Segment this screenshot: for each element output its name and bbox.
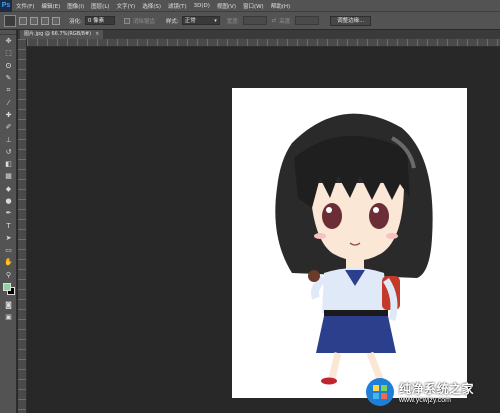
menu-file[interactable]: 文件(F) <box>13 2 37 10</box>
refine-edge-button[interactable]: 调整边缘... <box>330 15 372 26</box>
close-icon[interactable]: × <box>95 30 99 39</box>
tool-list: ✥ ⬚ ʘ ✎ ⌗ ⁄ ✚ ✐ ⊥ ↺ ◧ ▦ ◆ ● ✒ T ➤ ▭ ✋ ⚲ <box>0 35 16 281</box>
blur-icon[interactable]: ◆ <box>0 183 17 195</box>
quick-mask-icon[interactable]: ◙ <box>0 299 17 311</box>
feather-label: 羽化: <box>69 18 82 25</box>
clone-stamp-icon[interactable]: ⊥ <box>0 133 17 145</box>
menu-filter[interactable]: 滤镜(T) <box>165 2 190 10</box>
gradient-icon[interactable]: ▦ <box>0 170 17 182</box>
windows-logo-icon <box>366 378 394 406</box>
menu-bar: Ps 文件(F) 编辑(E) 图像(I) 图层(L) 文字(Y) 选择(S) 滤… <box>0 0 500 12</box>
canvas-area[interactable] <box>27 47 500 413</box>
photoshop-logo: Ps <box>0 0 12 12</box>
type-icon[interactable]: T <box>0 219 17 231</box>
tool-preset-picker[interactable] <box>4 14 16 27</box>
screen-mode-icon[interactable]: ▣ <box>0 311 17 323</box>
menu-type[interactable]: 文字(Y) <box>114 2 139 10</box>
healing-brush-icon[interactable]: ✚ <box>0 109 17 121</box>
antialias-label: 消除锯齿 <box>132 18 155 25</box>
document-tab[interactable]: 图片.jpg @ 66.7%(RGB/8#) × <box>20 30 104 39</box>
options-bar: 羽化: 0 像素 消除锯齿 样式: 正常 宽度: ⇄ 高度: 调整边缘... <box>0 12 500 30</box>
history-brush-icon[interactable]: ↺ <box>0 146 17 158</box>
menu-image[interactable]: 图像(I) <box>64 2 87 10</box>
menu-view[interactable]: 视图(V) <box>214 2 239 10</box>
new-selection-button[interactable] <box>19 16 27 25</box>
document-tab-title: 图片.jpg @ 66.7%(RGB/8#) <box>24 31 92 37</box>
menu-layer[interactable]: 图层(L) <box>88 2 112 10</box>
foreground-color-swatch[interactable] <box>3 282 11 291</box>
document-tab-strip: 图片.jpg @ 66.7%(RGB/8#) × <box>18 30 500 39</box>
eraser-icon[interactable]: ◧ <box>0 158 17 170</box>
width-label: 宽度: <box>226 18 240 25</box>
height-input[interactable] <box>295 16 320 25</box>
move-tool-icon[interactable]: ✥ <box>0 35 17 47</box>
color-swatches <box>0 281 17 299</box>
menu-3d[interactable]: 3D(D) <box>191 3 213 9</box>
quick-select-icon[interactable]: ✎ <box>0 72 17 84</box>
brush-icon[interactable]: ✐ <box>0 121 17 133</box>
dodge-icon[interactable]: ● <box>0 195 17 207</box>
rectangle-shape-icon[interactable]: ▭ <box>0 244 17 256</box>
watermark-title: 纯净系统之家 <box>399 382 475 396</box>
style-label: 样式: <box>165 18 179 25</box>
watermark-text: 纯净系统之家 www.ycwjzy.com <box>399 380 474 404</box>
add-selection-button[interactable] <box>30 16 38 25</box>
antialias-checkbox[interactable] <box>123 17 130 24</box>
vertical-ruler[interactable] <box>18 39 27 413</box>
rect-marquee-icon[interactable]: ⬚ <box>0 47 17 59</box>
document-canvas[interactable] <box>232 88 467 398</box>
site-watermark: 纯净系统之家 www.ycwjzy.com <box>365 374 497 410</box>
lasso-icon[interactable]: ʘ <box>0 60 17 72</box>
hand-icon[interactable]: ✋ <box>0 256 17 268</box>
intersect-selection-button[interactable] <box>52 16 60 25</box>
menu-edit[interactable]: 编辑(E) <box>38 2 63 10</box>
feather-input[interactable]: 0 像素 <box>84 16 115 25</box>
menu-select[interactable]: 选择(S) <box>139 2 164 10</box>
subtract-selection-button[interactable] <box>41 16 49 25</box>
height-label: 高度: <box>279 18 293 25</box>
horizontal-ruler[interactable] <box>27 39 500 47</box>
path-select-icon[interactable]: ➤ <box>0 232 17 244</box>
swap-icon[interactable]: ⇄ <box>272 18 277 24</box>
eyedropper-icon[interactable]: ⁄ <box>0 96 17 108</box>
pen-icon[interactable]: ✒ <box>0 207 17 219</box>
watermark-url: www.ycwjzy.com <box>399 397 451 404</box>
menu-help[interactable]: 帮助(H) <box>268 2 293 10</box>
menu-window[interactable]: 窗口(W) <box>240 2 267 10</box>
tools-panel: ✥ ⬚ ʘ ✎ ⌗ ⁄ ✚ ✐ ⊥ ↺ ◧ ▦ ◆ ● ✒ T ➤ ▭ ✋ ⚲ ◙ ▣ <box>0 30 17 413</box>
width-input[interactable] <box>242 16 267 25</box>
chibi-girl-illustration <box>275 113 433 392</box>
zoom-icon[interactable]: ⚲ <box>0 269 17 281</box>
style-select[interactable]: 正常 <box>181 16 220 25</box>
crop-icon[interactable]: ⌗ <box>0 84 17 96</box>
